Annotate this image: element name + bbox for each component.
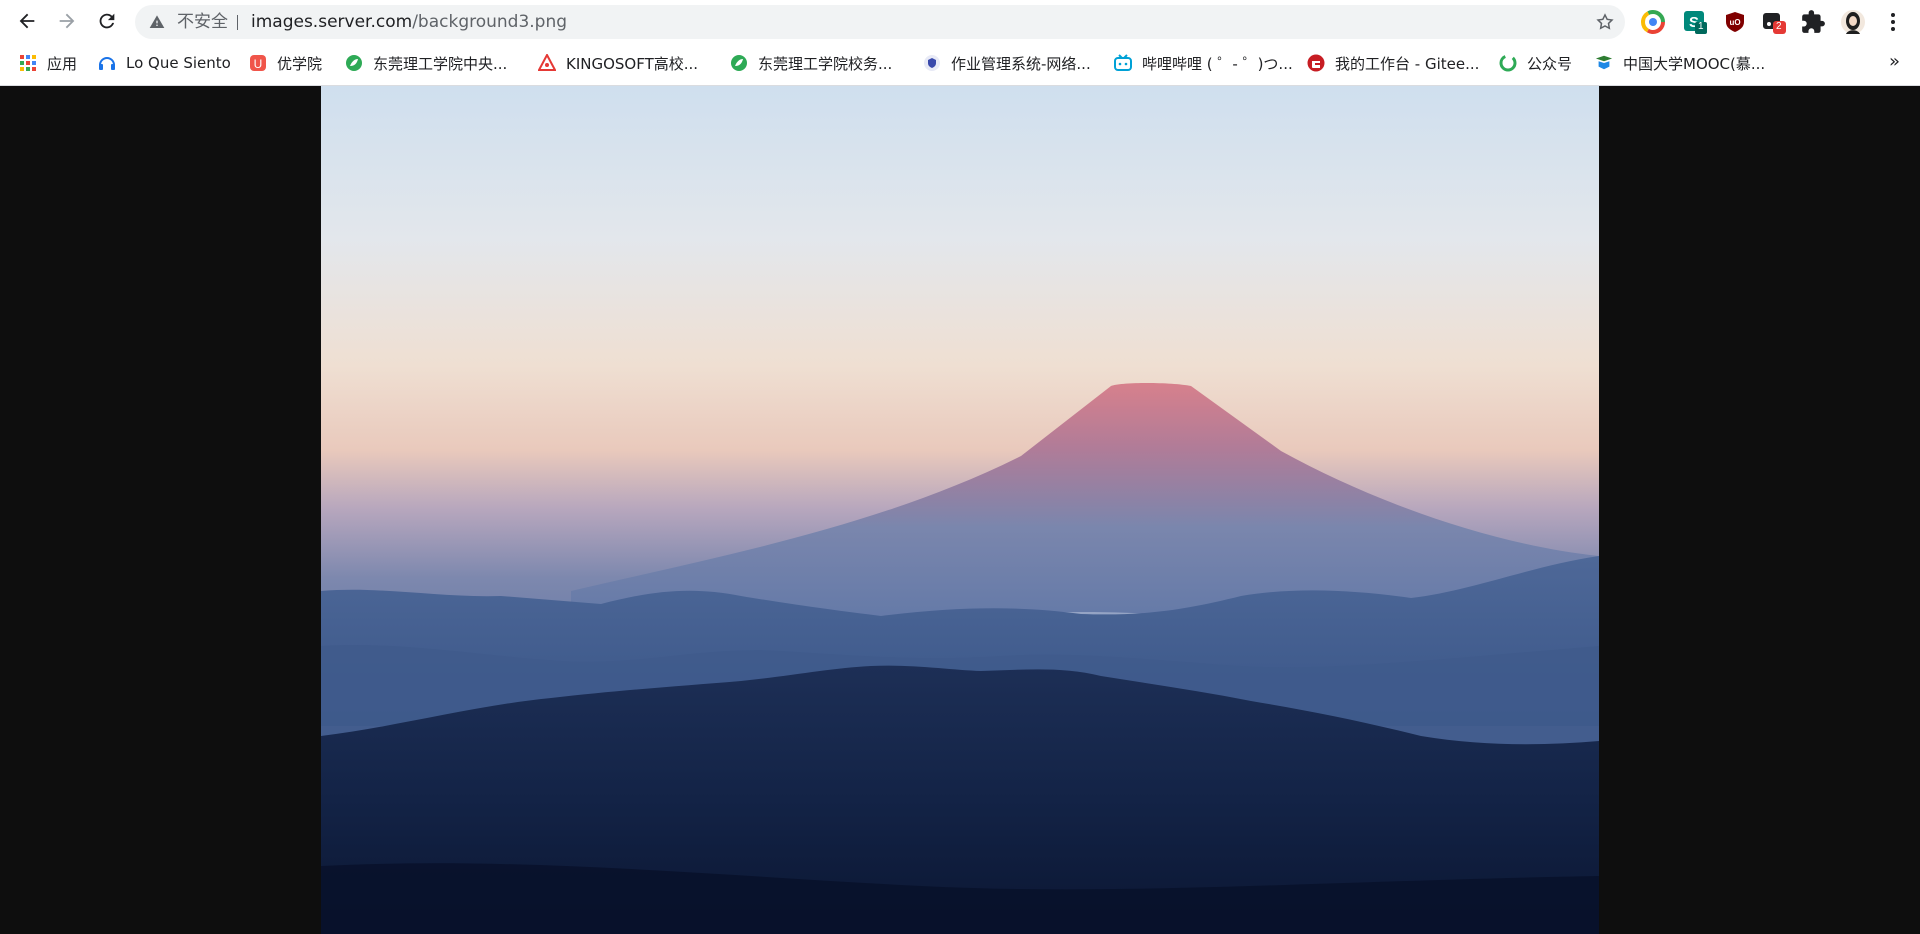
bilibili-icon: [1114, 54, 1132, 72]
bookmark-apps[interactable]: 应用: [19, 45, 77, 81]
bookmark-dgut-affairs[interactable]: 东莞理工学院校务...: [730, 45, 892, 81]
url-path: /background3.png: [412, 12, 568, 32]
apps-grid-icon: [19, 54, 37, 72]
bookmark-homework-system[interactable]: 作业管理系统-网络...: [923, 45, 1091, 81]
mooc-icon: [1595, 54, 1613, 72]
bookmarks-bar: 应用 Lo Que Siento U 优学院 东莞理工学院中央... KINGO…: [0, 45, 1920, 86]
bookmark-label: 中国大学MOOC(慕...: [1623, 54, 1766, 73]
svg-text:uO: uO: [1729, 18, 1740, 27]
s-logo-icon: S: [1684, 11, 1707, 34]
bookmark-label: 优学院: [277, 54, 323, 73]
url-host: images.server.com: [251, 12, 413, 32]
page-viewport: [0, 86, 1920, 934]
bookmark-label: 哔哩哔哩 ( ゜- ゜)つ...: [1142, 54, 1293, 73]
bookmark-wechat-official[interactable]: 公众号: [1499, 45, 1572, 81]
not-secure-label[interactable]: 不安全: [177, 5, 228, 39]
forward-arrow-icon: [59, 13, 75, 29]
puzzle-icon[interactable]: [1800, 9, 1826, 35]
ublock-icon[interactable]: uO: [1722, 9, 1748, 35]
dark-extension-icon[interactable]: 2: [1760, 9, 1786, 35]
bookmark-ulearning[interactable]: U 优学院: [249, 45, 322, 81]
url-separator: [237, 15, 238, 30]
bookmark-star-icon[interactable]: [1595, 12, 1615, 32]
s-extension-icon[interactable]: S 1: [1682, 9, 1708, 35]
chrome-colors-icon[interactable]: [1640, 9, 1666, 35]
shield-logo-icon: [923, 54, 941, 72]
bookmark-label: KINGOSOFT高校...: [566, 54, 699, 73]
wechat-icon: [1499, 54, 1517, 72]
forward-button[interactable]: [53, 7, 81, 35]
bookmark-label: 作业管理系统-网络...: [951, 54, 1091, 73]
extension-square-icon: [1763, 13, 1786, 34]
reload-button[interactable]: [93, 7, 121, 35]
gitee-icon: [1307, 54, 1325, 72]
bookmark-label: 公众号: [1527, 54, 1573, 73]
bookmarks-overflow-button[interactable]: »: [1889, 51, 1900, 72]
bookmark-label: Lo Que Siento: [126, 54, 231, 72]
mount-fuji-illustration: [321, 86, 1599, 934]
bookmark-label: 东莞理工学院校务...: [758, 54, 893, 73]
browser-toolbar: 不安全 images.server.com/background3.png S …: [0, 0, 1920, 45]
bookmark-label: 东莞理工学院中央...: [373, 54, 508, 73]
bookmark-kingosoft[interactable]: KINGOSOFT高校...: [538, 45, 698, 81]
reload-icon: [99, 13, 115, 29]
bookmark-dgut-central[interactable]: 东莞理工学院中央...: [345, 45, 507, 81]
svg-text:U: U: [254, 57, 263, 71]
menu-kebab-icon[interactable]: [1880, 9, 1906, 35]
bookmark-gitee[interactable]: 我的工作台 - Gitee...: [1307, 45, 1479, 81]
extension-badge: 1: [1698, 21, 1704, 32]
bookmark-label: 我的工作台 - Gitee...: [1335, 54, 1480, 73]
bookmark-icourse-mooc[interactable]: 中国大学MOOC(慕...: [1595, 45, 1765, 81]
extension-badge: 2: [1776, 21, 1782, 32]
kingosoft-icon: [538, 54, 556, 72]
back-arrow-icon: [19, 13, 35, 29]
bookmark-lo-que-siento[interactable]: Lo Que Siento: [98, 45, 231, 81]
bookmark-bilibili[interactable]: 哔哩哔哩 ( ゜- ゜)つ...: [1114, 45, 1293, 81]
ulearning-icon: U: [249, 54, 267, 72]
headphones-icon: [98, 54, 116, 72]
leaf-logo-icon: [345, 54, 363, 72]
profile-avatar[interactable]: [1840, 9, 1866, 35]
leaf-logo-icon: [730, 54, 748, 72]
mountain-landscape-image[interactable]: [321, 86, 1599, 934]
address-bar[interactable]: 不安全 images.server.com/background3.png: [135, 5, 1625, 39]
url-text[interactable]: images.server.com/background3.png: [251, 5, 567, 39]
warning-triangle-icon: [149, 15, 165, 28]
bookmark-label: 应用: [47, 54, 78, 73]
back-button[interactable]: [13, 7, 41, 35]
